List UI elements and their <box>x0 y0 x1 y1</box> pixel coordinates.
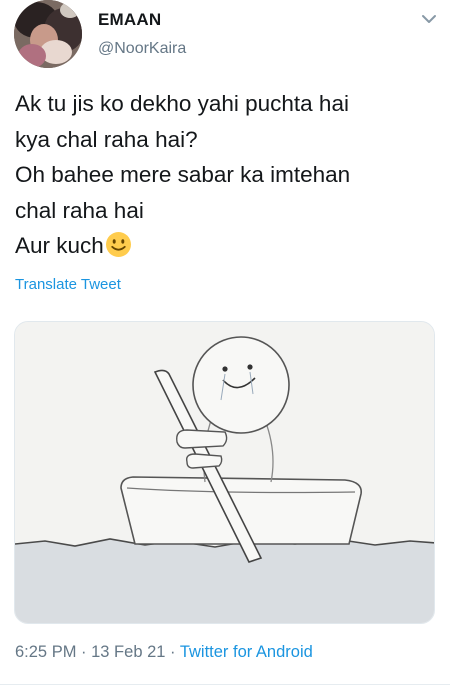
display-name[interactable]: EMAAN <box>98 10 161 30</box>
tweet-line-last: Aur kuch <box>15 228 440 264</box>
tweet-time[interactable]: 6:25 PM <box>15 643 76 661</box>
tweet-date[interactable]: 13 Feb 21 <box>91 643 165 661</box>
tweet-source-link[interactable]: Twitter for Android <box>180 643 313 661</box>
translate-tweet-link[interactable]: Translate Tweet <box>15 276 121 293</box>
meta-separator: · <box>165 643 180 661</box>
divider <box>0 684 450 685</box>
tweet-meta: 6:25 PM · 13 Feb 21 · Twitter for Androi… <box>15 643 313 662</box>
tweet-line: kya chal raha hai? <box>15 126 198 152</box>
tweet-text: Ak tu jis ko dekho yahi puchta hai kya c… <box>15 86 440 264</box>
tweet-media-image[interactable] <box>14 321 435 624</box>
tweet-line-text: Aur kuch <box>15 233 104 258</box>
chevron-down-icon[interactable] <box>420 12 438 26</box>
avatar-image <box>14 0 82 68</box>
avatar[interactable] <box>14 0 82 68</box>
smiley-emoji-icon <box>105 231 132 258</box>
tweet-line: Oh bahee mere sabar ka imtehan <box>15 162 351 187</box>
media-drawing <box>15 322 434 623</box>
tweet-line: chal raha hai <box>15 197 144 223</box>
tweet-line: Ak tu jis ko dekho yahi puchta hai <box>15 91 349 116</box>
meta-separator: · <box>76 643 92 661</box>
user-handle[interactable]: @NoorKaira <box>98 40 186 58</box>
